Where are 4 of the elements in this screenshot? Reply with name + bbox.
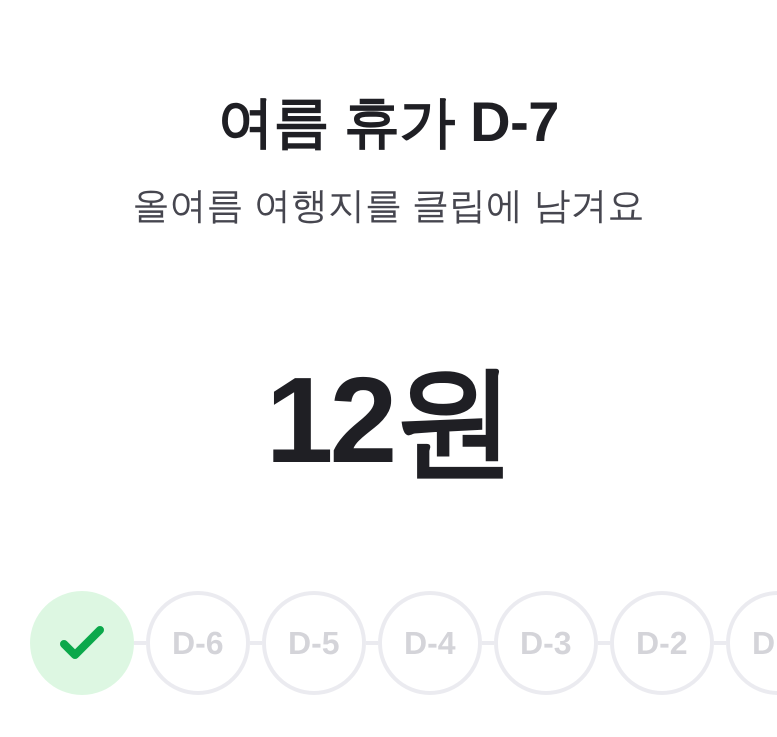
page-title: 여름 휴가 D-7 <box>218 90 559 154</box>
reward-amount: 12원 <box>266 351 512 490</box>
check-icon <box>60 626 104 660</box>
page-subtitle: 올여름 여행지를 클립에 남겨요 <box>132 184 644 228</box>
